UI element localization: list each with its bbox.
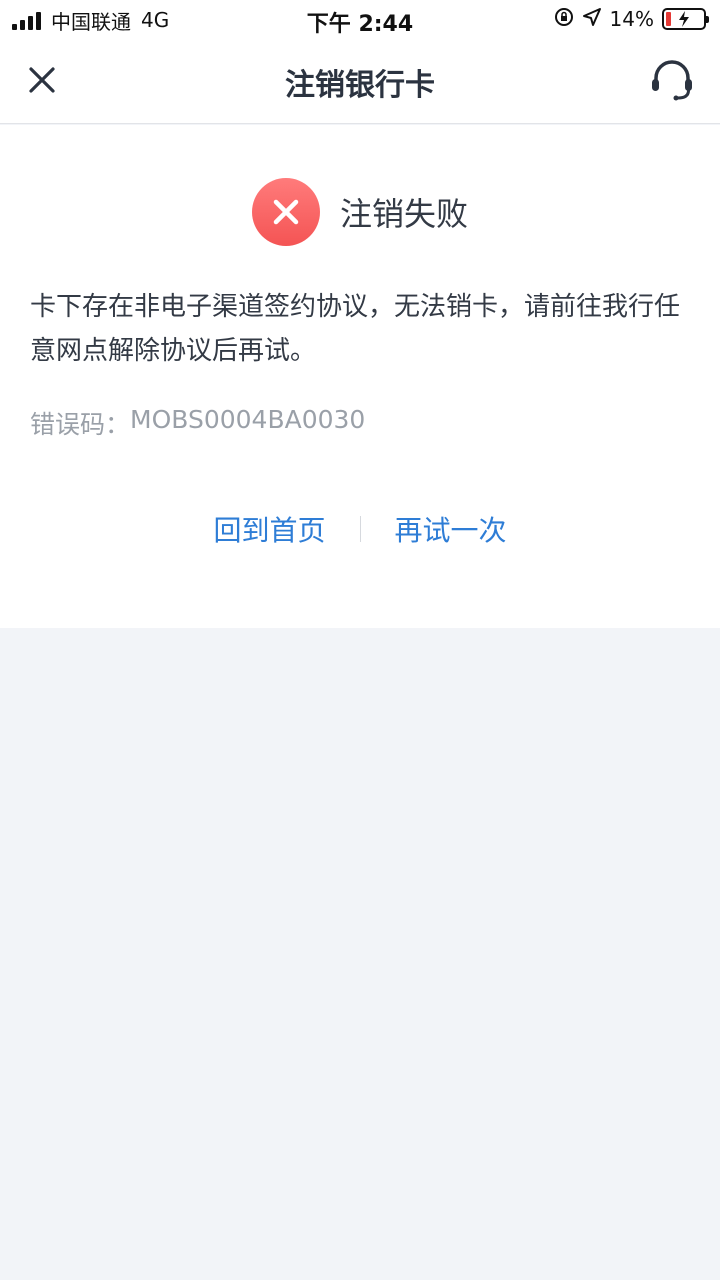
orientation-lock-icon [554,7,574,32]
result-title: 注销失败 [339,195,468,233]
status-bar: 中国联通 4G 下午 2:44 14% [0,0,720,40]
battery-percent: 14% [609,7,654,31]
result-actions: 回到首页 再试一次 [0,509,720,549]
result-message: 卡下存在非电子渠道签约协议，无法销卡，请前往我行任意网点解除协议后再试。 [30,292,681,366]
battery-icon [662,8,709,30]
retry-button[interactable]: 再试一次 [361,509,541,549]
error-code-label: 错误码： [30,410,131,439]
location-icon [582,7,602,32]
error-x-icon [251,178,320,246]
error-code-value: MOBS0004BA0030 [130,405,366,434]
battery-level [666,12,671,26]
nav-bar: 注销银行卡 [0,40,720,124]
result-header: 注销失败 [0,177,720,247]
headset-icon [649,58,695,106]
page-title: 注销银行卡 [285,68,435,103]
customer-service-button[interactable] [648,58,696,106]
result-card: 注销失败 卡下存在非电子渠道签约协议，无法销卡，请前往我行任意网点解除协议后再试… [0,125,720,628]
error-code-line: 错误码： MOBS0004BA0030 [30,405,365,441]
back-home-button[interactable]: 回到首页 [179,509,359,549]
status-right: 14% [554,6,709,32]
